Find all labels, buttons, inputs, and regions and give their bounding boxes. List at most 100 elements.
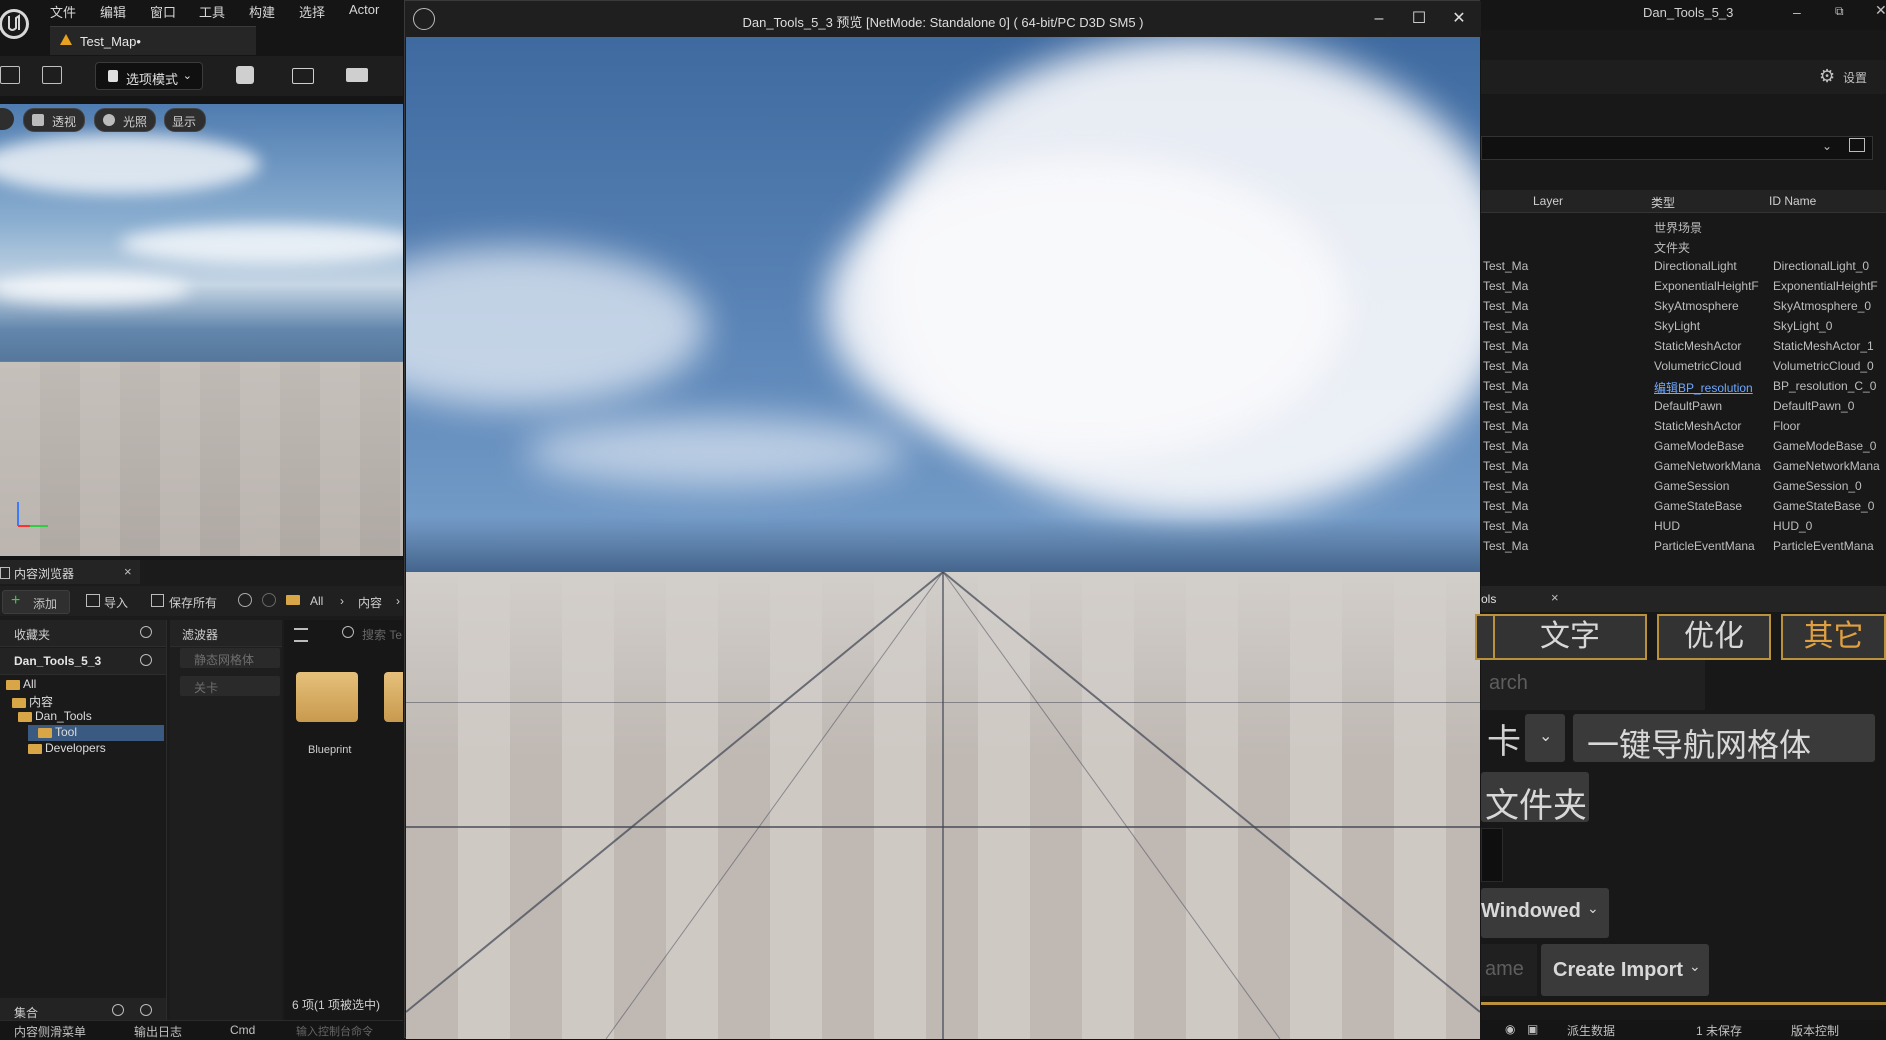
asset-search-input[interactable]: 搜索 Te	[362, 626, 402, 643]
tree-item-content[interactable]: 内容	[12, 693, 166, 709]
perspective-pill[interactable]: 透视	[23, 108, 85, 132]
outliner-row[interactable]: Test_Ma GameNetworkMana GameNetworkMana	[1481, 456, 1886, 476]
tree-item-all[interactable]: All	[6, 677, 166, 693]
lighting-pill[interactable]: 光照	[94, 108, 156, 132]
close-icon[interactable]: ×	[124, 564, 132, 579]
editor-viewport[interactable]: 透视 光照 显示	[0, 104, 403, 556]
outliner-row[interactable]: Test_Ma DirectionalLight DirectionalLight_…	[1481, 256, 1886, 276]
windowed-dropdown[interactable]: Windowed ⌄	[1481, 888, 1609, 938]
tool-search-input[interactable]: arch	[1481, 660, 1705, 710]
menu-file[interactable]: 文件	[50, 2, 76, 21]
outliner-row[interactable]: Test_Ma ExponentialHeightF ExponentialHeig…	[1481, 276, 1886, 296]
outliner-search-input[interactable]: ⌄	[1481, 136, 1873, 160]
filter-level[interactable]: 关卡	[180, 676, 280, 696]
content-drawer-button[interactable]: 内容侧滑菜单	[14, 1023, 86, 1040]
cmd-dropdown[interactable]: Cmd	[230, 1023, 255, 1037]
output-log-button[interactable]: 输出日志	[134, 1023, 182, 1040]
outliner-row[interactable]: Test_Ma SkyLight SkyLight_0	[1481, 316, 1886, 336]
outliner-row[interactable]: Test_Ma GameModeBase GameModeBase_0	[1481, 436, 1886, 456]
menu-actor[interactable]: Actor	[349, 2, 379, 17]
tree-item-tool[interactable]: Tool	[28, 725, 164, 741]
save-all-button[interactable]: 保存所有	[169, 594, 217, 611]
minimize-icon[interactable]: –	[1793, 4, 1801, 20]
outliner-row[interactable]: Test_Ma GameSession GameSession_0	[1481, 476, 1886, 496]
unsaved-button[interactable]: 1 未保存	[1696, 1022, 1742, 1039]
close-icon[interactable]: ×	[1551, 590, 1559, 605]
create-import-dropdown[interactable]: Create Import ⌄	[1541, 944, 1709, 996]
close-icon[interactable]: ✕	[1875, 2, 1886, 19]
map-tab[interactable]: Test_Map•	[50, 26, 256, 55]
maximize-icon[interactable]: ☐	[1409, 9, 1429, 29]
status-icon[interactable]: ▣	[1527, 1022, 1538, 1036]
tree-item-dan-tools[interactable]: Dan_Tools	[18, 709, 166, 725]
restore-icon[interactable]: ⧉	[1835, 4, 1844, 19]
outliner-row[interactable]: Test_Ma SkyAtmosphere SkyAtmosphere_0	[1481, 296, 1886, 316]
browse-icon[interactable]	[42, 66, 62, 84]
settings-button[interactable]: 设置	[1843, 69, 1867, 86]
tool-tab-other[interactable]: 其它	[1781, 614, 1886, 660]
outliner-row[interactable]: Test_Ma VolumetricCloud VolumetricCloud_0	[1481, 356, 1886, 376]
favorites-header[interactable]: 收藏夹	[0, 620, 166, 647]
status-icon[interactable]: ◉	[1505, 1022, 1515, 1036]
menu-window[interactable]: 窗口	[150, 2, 176, 21]
source-control-button[interactable]: 版本控制	[1791, 1022, 1839, 1039]
search-icon[interactable]	[140, 654, 152, 666]
outliner-row[interactable]: 世界场景	[1481, 216, 1886, 236]
dropdown-button[interactable]: ⌄	[1525, 714, 1565, 762]
show-pill[interactable]: 显示	[164, 108, 206, 132]
folder-button[interactable]: 文件夹	[1481, 772, 1589, 825]
add-button[interactable]: + 添加	[2, 590, 70, 614]
close-icon[interactable]: ✕	[1449, 9, 1469, 29]
back-icon[interactable]	[238, 593, 252, 607]
outliner-row[interactable]: Test_Ma DefaultPawn DefaultPawn_0	[1481, 396, 1886, 416]
search-icon[interactable]	[140, 626, 152, 638]
column-layer[interactable]: Layer	[1533, 194, 1563, 208]
outliner-row[interactable]: Test_Ma HUD HUD_0	[1481, 516, 1886, 536]
tree-item-developers[interactable]: Developers	[18, 741, 166, 757]
outliner-row[interactable]: Test_Ma StaticMeshActor StaticMeshActor_1	[1481, 336, 1886, 356]
pie-titlebar[interactable]: Dan_Tools_5_3 预览 [NetMode: Standalone 0]…	[405, 1, 1481, 37]
import-button[interactable]: 导入	[104, 594, 128, 611]
tool-tab-text[interactable]: 文字	[1493, 614, 1647, 660]
outliner-row[interactable]: 文件夹	[1481, 236, 1886, 256]
derived-data-button[interactable]: 派生数据	[1567, 1022, 1615, 1039]
nav-mesh-button[interactable]: 一键导航网格体	[1573, 714, 1875, 763]
tool-tab-optimize[interactable]: 优化	[1657, 614, 1771, 660]
column-id-name[interactable]: ID Name	[1769, 194, 1816, 208]
name-input[interactable]: ame	[1481, 944, 1537, 996]
menu-build[interactable]: 构建	[249, 2, 275, 21]
game-viewport[interactable]	[406, 37, 1480, 1039]
tool-tab-partial[interactable]	[1475, 614, 1495, 660]
mode-select-button[interactable]: 选项模式 ⌄	[95, 62, 203, 90]
filter-static-mesh[interactable]: 静态网格体	[180, 648, 280, 668]
folder-icon[interactable]	[384, 672, 403, 722]
outliner-row[interactable]: Test_Ma StaticMeshActor Floor	[1481, 416, 1886, 436]
viewport-menu-icon[interactable]	[0, 108, 14, 130]
cinematics-icon[interactable]	[346, 68, 368, 82]
filter-icon[interactable]	[294, 628, 308, 642]
add-collection-icon[interactable]	[112, 1004, 124, 1016]
menu-tools[interactable]: 工具	[199, 2, 225, 21]
add-actor-icon[interactable]	[236, 66, 254, 84]
project-header[interactable]: Dan_Tools_5_3	[0, 648, 166, 675]
console-input[interactable]: 输入控制台命令	[296, 1023, 396, 1039]
search-icon[interactable]	[140, 1004, 152, 1016]
folder-add-icon[interactable]	[1849, 138, 1865, 152]
outliner-row[interactable]: Test_Ma GameStateBase GameStateBase_0	[1481, 496, 1886, 516]
minimize-icon[interactable]: –	[1369, 9, 1389, 29]
save-icon[interactable]	[0, 66, 20, 84]
column-type[interactable]: 类型	[1651, 194, 1675, 211]
path-content[interactable]: 内容	[358, 594, 382, 611]
outliner-row[interactable]: Test_Ma ParticleEventMana ParticleEventMan…	[1481, 536, 1886, 556]
path-all[interactable]: All	[310, 594, 323, 608]
blueprint-folder-icon[interactable]	[296, 672, 358, 722]
menu-select[interactable]: 选择	[299, 2, 325, 21]
menu-edit[interactable]: 编辑	[100, 2, 126, 21]
tools-tab[interactable]: ols	[1481, 592, 1496, 606]
gear-icon[interactable]: ⚙	[1819, 66, 1835, 87]
outliner-row[interactable]: Test_Ma 编辑BP_resolution BP_resolution_C_0	[1481, 376, 1886, 396]
blueprint-icon[interactable]	[292, 68, 314, 84]
input-field[interactable]	[1481, 828, 1503, 882]
content-browser-tab[interactable]: 内容浏览器 ×	[0, 560, 140, 584]
forward-icon[interactable]	[262, 593, 276, 607]
